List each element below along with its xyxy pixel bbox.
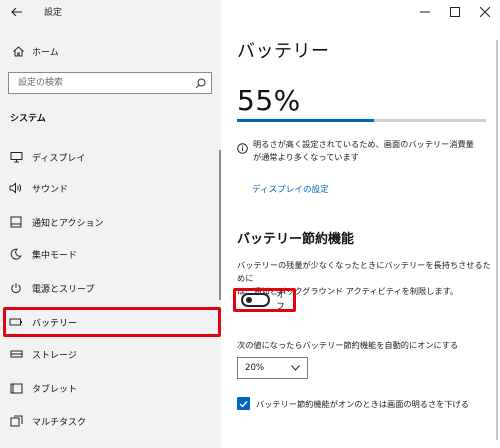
close-button[interactable] [470,0,500,24]
search-icon[interactable] [189,73,211,93]
dim-brightness-label: バッテリー節約機能がオンのときは画面の明るさを下げる [256,398,469,409]
sidebar-item-label: ストレージ [32,350,77,361]
back-button[interactable] [8,3,26,21]
dim-brightness-option[interactable]: バッテリー節約機能がオンのときは画面の明るさを下げる [237,397,469,410]
battery-saver-toggle-highlight: オフ [233,288,296,312]
brightness-info: 明るさが高く設定されているため、画面のバッテリー消費量 が通常より多くなっていま… [237,138,495,164]
main-scrollbar[interactable] [496,40,498,440]
window-controls [410,0,500,24]
section-title-system: システム [10,114,46,124]
close-icon [480,7,490,17]
battery-icon [9,315,23,329]
display-settings-link[interactable]: ディスプレイの設定 [252,183,329,195]
storage-icon [9,347,23,361]
notification-icon [9,215,23,229]
battery-saver-heading: バッテリー節約機能 [237,232,355,247]
search-box[interactable] [8,72,212,94]
minimize-icon [420,11,430,13]
search-input[interactable] [9,73,189,93]
battery-percentage: 55% [237,84,301,117]
toggle-knob [246,297,252,303]
sidebar-item-notifications[interactable]: 通知とアクション [0,206,221,238]
battery-saver-toggle[interactable] [241,293,271,307]
home-label: ホーム [32,47,59,58]
title-bar: 設定 [0,0,221,24]
info-icon [237,139,248,154]
multitask-icon [9,414,23,428]
battery-level-fill [237,119,374,122]
sidebar-item-label: ディスプレイ [32,153,86,164]
tablet-icon [9,381,23,395]
dim-brightness-checkbox[interactable] [237,397,250,410]
sidebar-item-label: サウンド [32,184,69,195]
brightness-info-text: 明るさが高く設定されているため、画面のバッテリー消費量 が通常より多くなっていま… [253,139,474,162]
sidebar-item-label: タブレット [32,384,78,395]
maximize-icon [450,7,460,17]
speaker-icon [9,181,23,195]
minimize-button[interactable] [410,0,440,24]
display-icon [9,150,23,164]
power-icon [9,281,23,295]
sidebar-item-multitasking[interactable]: マルチタスク [0,405,221,437]
sidebar: 設定 ホーム システム ディスプレイ サウンド 通知とアクション [0,0,221,448]
sidebar-item-tablet[interactable]: タブレット [0,372,221,404]
window-title: 設定 [44,8,63,18]
moon-icon [9,247,23,261]
battery-level-bar [237,119,486,122]
sidebar-item-label: 電源とスリープ [32,284,95,295]
maximize-button[interactable] [440,0,470,24]
threshold-value: 20% [245,363,265,373]
sidebar-item-label: 通知とアクション [32,218,104,229]
sidebar-item-home[interactable]: ホーム [0,40,221,62]
home-icon [11,44,25,58]
threshold-dropdown[interactable]: 20% [237,357,308,379]
sidebar-item-label: 集中モード [32,250,78,261]
sidebar-item-sound[interactable]: サウンド [0,172,221,204]
back-arrow-icon [11,7,22,17]
chevron-down-icon [291,365,300,371]
sidebar-item-label: バッテリー [32,318,78,329]
page-title: バッテリー [237,41,330,62]
sidebar-item-power[interactable]: 電源とスリープ [0,272,221,304]
sidebar-item-label: マルチタスク [32,417,87,428]
main-panel: バッテリー 55% 明るさが高く設定されているため、画面のバッテリー消費量 が通… [221,0,500,448]
threshold-label: 次の値になったらバッテリー節約機能を自動的にオンにする [237,340,459,350]
checkmark-icon [239,400,248,408]
toggle-state-label: オフ [276,290,285,312]
sidebar-item-focus[interactable]: 集中モード [0,238,221,270]
sidebar-item-storage[interactable]: ストレージ [0,338,221,370]
sidebar-item-display[interactable]: ディスプレイ [0,141,221,173]
sidebar-item-battery[interactable]: バッテリー [0,306,221,338]
